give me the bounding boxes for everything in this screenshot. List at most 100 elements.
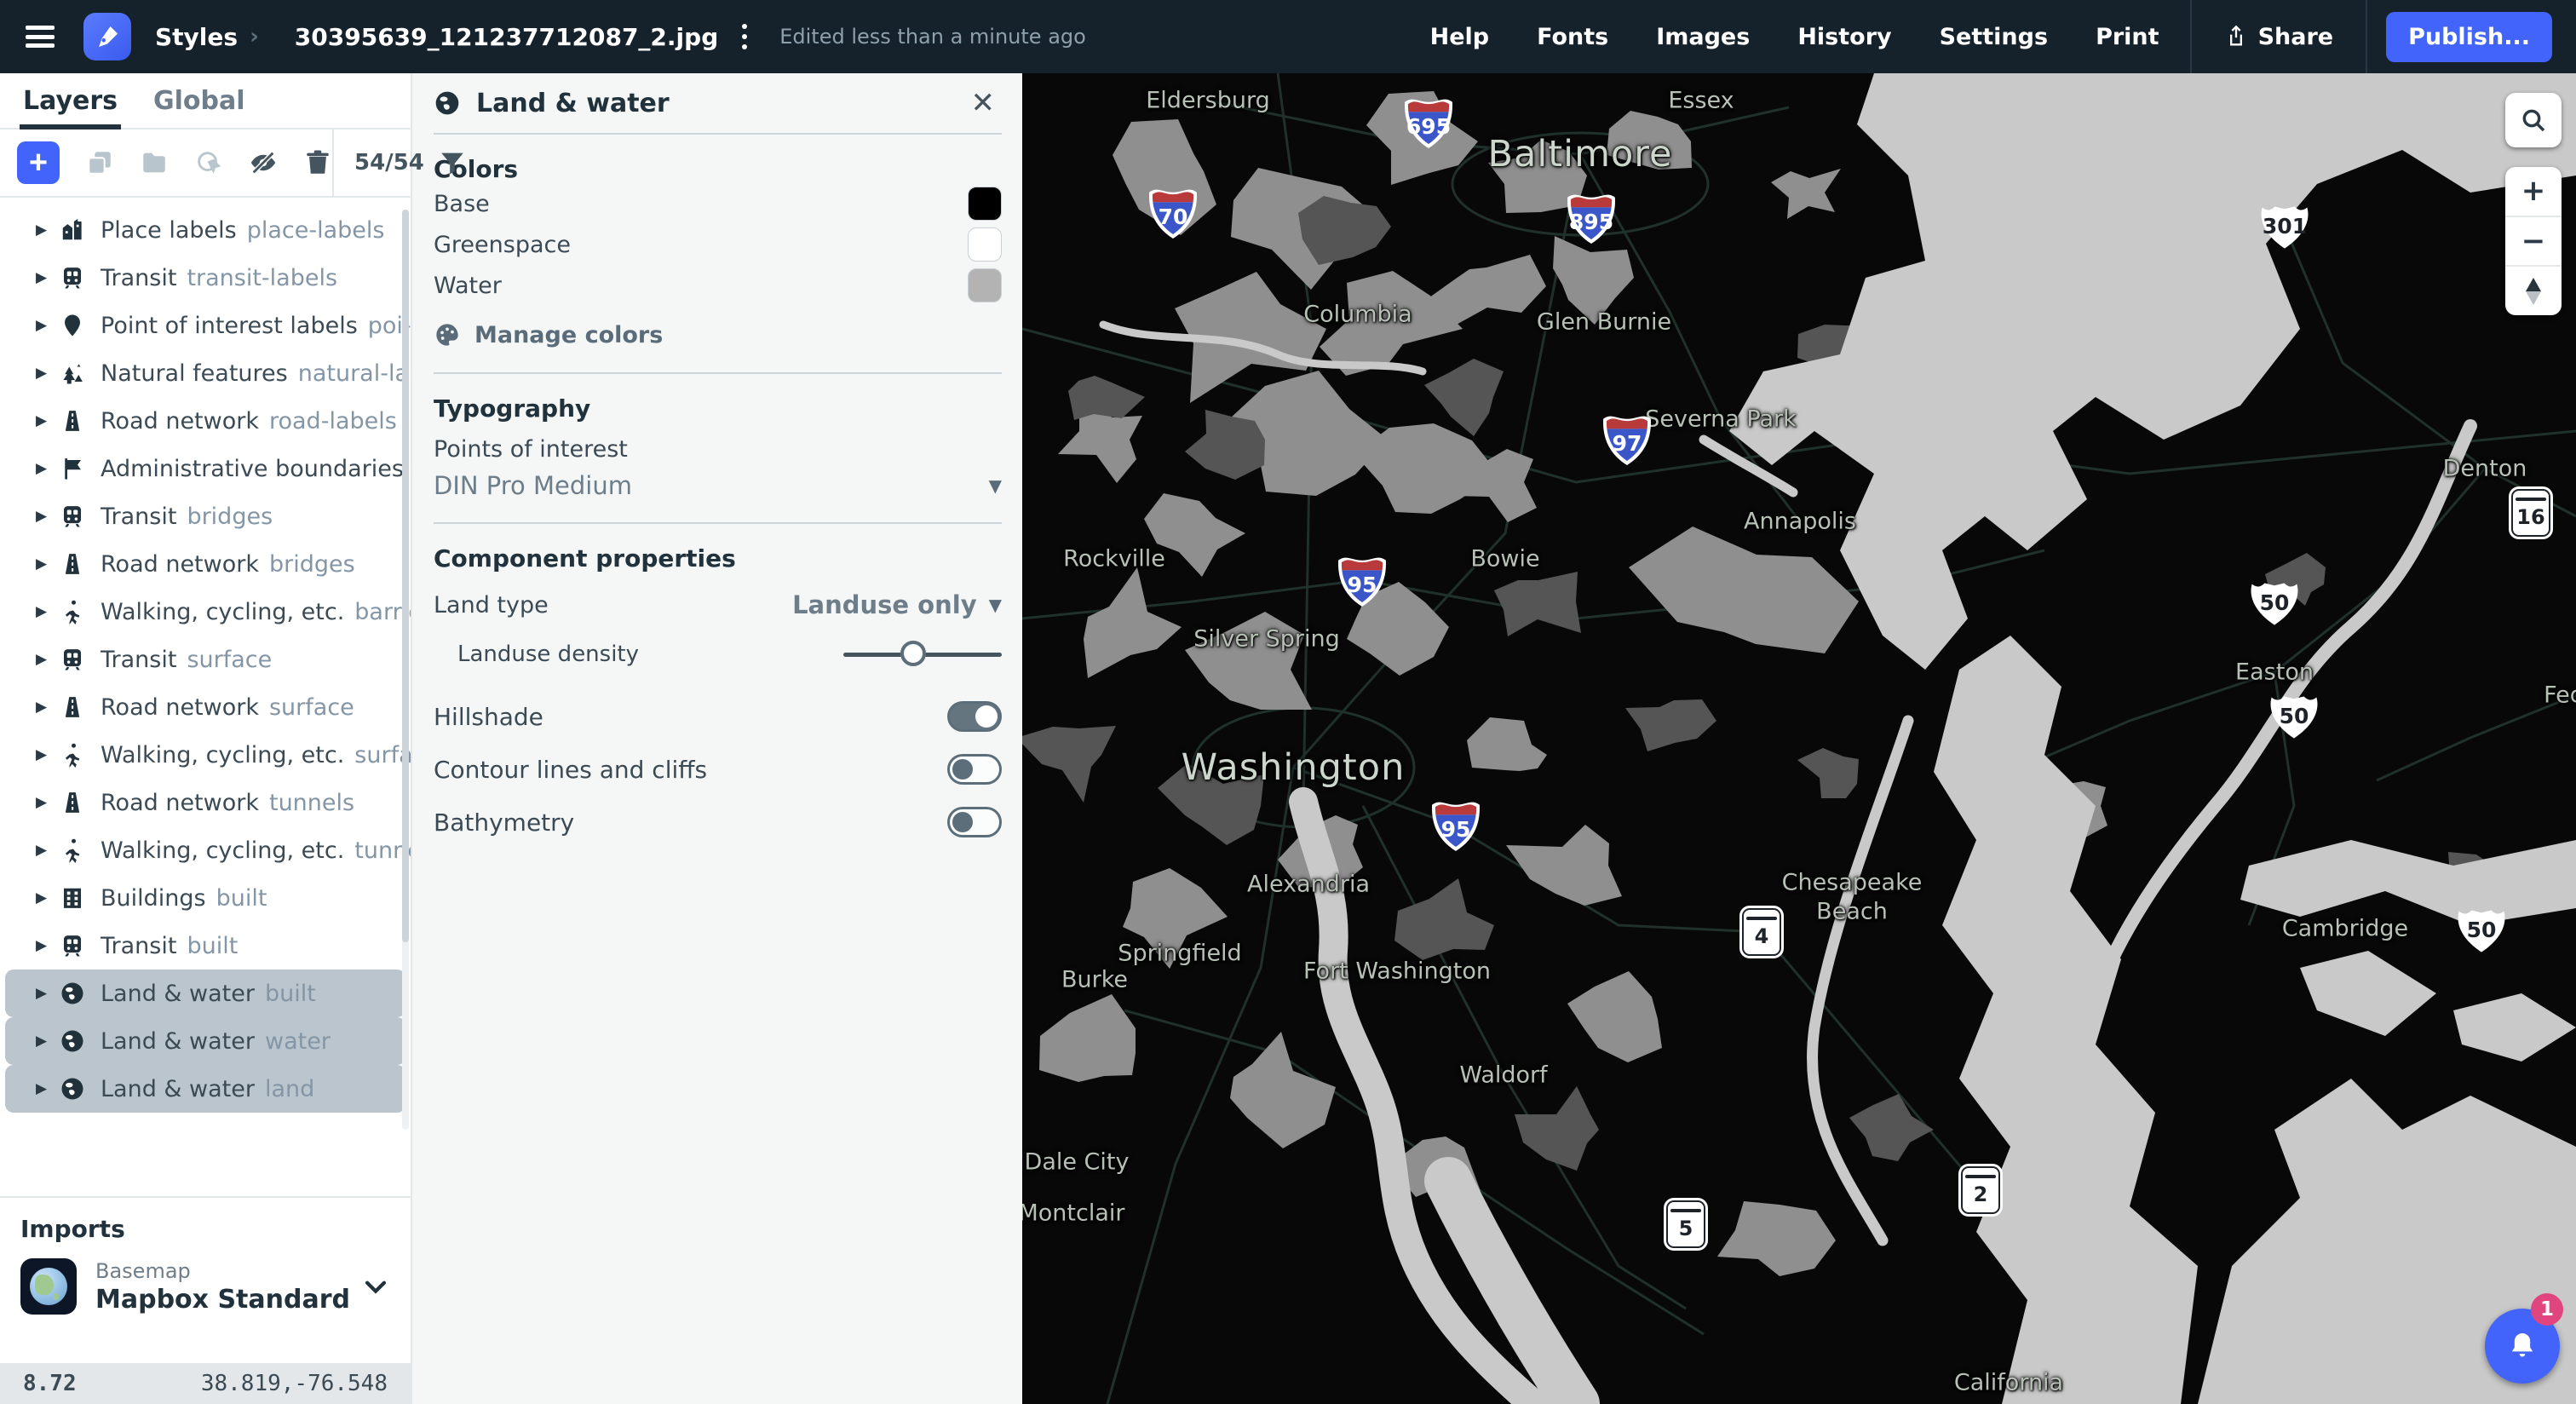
layer-row-buildings-built[interactable]: ▶ Buildings built bbox=[5, 874, 405, 922]
imports-section: Imports Basemap Mapbox Standard bbox=[0, 1196, 411, 1363]
bathymetry-toggle[interactable] bbox=[947, 807, 1002, 837]
expand-caret-icon[interactable]: ▶ bbox=[36, 651, 60, 668]
filter-funnel-icon[interactable] bbox=[438, 148, 467, 177]
layer-row-road-network-bridges[interactable]: ▶ Road network bridges bbox=[5, 540, 405, 588]
notification-badge: 1 bbox=[2531, 1293, 2563, 1326]
expand-caret-icon[interactable]: ▶ bbox=[36, 699, 60, 716]
expand-caret-icon[interactable]: ▶ bbox=[36, 365, 60, 382]
transit-icon bbox=[60, 265, 85, 291]
layer-id: built bbox=[187, 933, 238, 959]
expand-caret-icon[interactable]: ▶ bbox=[36, 603, 60, 620]
menu-item-history[interactable]: History bbox=[1774, 24, 1915, 50]
expand-caret-icon[interactable]: ▶ bbox=[36, 460, 60, 477]
layer-row-transit-built[interactable]: ▶ Transit built bbox=[5, 922, 405, 970]
layer-row-point-of-interest-labels-poi-labels[interactable]: ▶ Point of interest labels poi-labels bbox=[5, 302, 405, 349]
layer-id: road-labels bbox=[269, 408, 397, 434]
imports-heading: Imports bbox=[20, 1215, 390, 1243]
expand-caret-icon[interactable]: ▶ bbox=[36, 794, 60, 811]
contour-lines-and-cliffs-toggle[interactable] bbox=[947, 754, 1002, 785]
expand-caret-icon[interactable]: ▶ bbox=[36, 842, 60, 859]
layer-row-land-water-built[interactable]: ▶ Land & water built bbox=[5, 970, 405, 1017]
menu-item-fonts[interactable]: Fonts bbox=[1513, 24, 1632, 50]
poi-font-select[interactable]: DIN Pro Medium ▼ bbox=[434, 471, 1002, 500]
layer-row-road-network-surface[interactable]: ▶ Road network surface bbox=[5, 683, 405, 731]
chevron-down-icon[interactable] bbox=[361, 1272, 390, 1301]
menu-item-help[interactable]: Help bbox=[1406, 24, 1514, 50]
select-feature-icon[interactable] bbox=[194, 148, 223, 177]
layer-row-natural-features-natural-labels[interactable]: ▶ Natural features natural-labels bbox=[5, 349, 405, 397]
layer-row-land-water-land[interactable]: ▶ Land & water land bbox=[5, 1065, 405, 1113]
expand-caret-icon[interactable]: ▶ bbox=[36, 1033, 60, 1050]
menu-item-images[interactable]: Images bbox=[1632, 24, 1774, 50]
slider-knob[interactable] bbox=[900, 641, 926, 666]
layer-name: Land & water bbox=[101, 981, 255, 1007]
search-icon bbox=[2520, 106, 2547, 134]
base-color-swatch[interactable] bbox=[968, 187, 1002, 221]
layer-row-walking-cycling-etc--barriers-bridges[interactable]: ▶ Walking, cycling, etc. barriers-bridge… bbox=[5, 588, 405, 636]
layer-row-road-network-tunnels[interactable]: ▶ Road network tunnels bbox=[5, 779, 405, 826]
style-options-kebab-icon[interactable] bbox=[737, 19, 752, 55]
layer-row-administrative-boundaries-admin[interactable]: ▶ Administrative boundaries admin bbox=[5, 445, 405, 492]
expand-caret-icon[interactable]: ▶ bbox=[36, 937, 60, 954]
layer-row-road-network-road-labels[interactable]: ▶ Road network road-labels bbox=[5, 397, 405, 445]
typography-section: Typography Points of interest DIN Pro Me… bbox=[434, 374, 1002, 500]
layer-row-land-water-water[interactable]: ▶ Land & water water bbox=[5, 1017, 405, 1065]
toggle-label: Bathymetry bbox=[434, 808, 574, 837]
land-type-select[interactable]: Landuse only ▼ bbox=[792, 590, 1002, 619]
layer-row-walking-cycling-etc--tunnels[interactable]: ▶ Walking, cycling, etc. tunnels bbox=[5, 826, 405, 874]
tab-layers[interactable]: Layers bbox=[23, 73, 118, 128]
share-button[interactable]: Share bbox=[2199, 24, 2360, 50]
expand-caret-icon[interactable]: ▶ bbox=[36, 746, 60, 763]
greenspace-color-swatch[interactable] bbox=[968, 227, 1002, 262]
duplicate-icon[interactable] bbox=[85, 148, 114, 177]
close-panel-icon[interactable]: ✕ bbox=[964, 83, 1003, 124]
color-label: Water bbox=[434, 273, 502, 299]
map-canvas[interactable]: EldersburgEssexBaltimoreColumbiaGlen Bur… bbox=[1022, 73, 2576, 1404]
layer-name: Land & water bbox=[101, 1076, 255, 1102]
zoom-out-button[interactable]: − bbox=[2505, 216, 2562, 266]
layer-row-transit-bridges[interactable]: ▶ Transit bridges bbox=[5, 492, 405, 540]
expand-caret-icon[interactable]: ▶ bbox=[36, 1080, 60, 1097]
toggle-row-hillshade: Hillshade bbox=[434, 690, 1002, 743]
map-search-button[interactable] bbox=[2505, 93, 2562, 147]
tab-global[interactable]: Global bbox=[153, 73, 245, 128]
delete-layer-trash-icon[interactable] bbox=[303, 148, 332, 177]
layer-row-place-labels-place-labels[interactable]: ▶ Place labels place-labels bbox=[5, 206, 405, 254]
expand-caret-icon[interactable]: ▶ bbox=[36, 508, 60, 525]
layer-id: place-labels bbox=[247, 217, 385, 244]
water-color-swatch[interactable] bbox=[968, 268, 1002, 302]
breadcrumb-root[interactable]: Styles bbox=[155, 23, 238, 51]
zoom-in-button[interactable]: + bbox=[2505, 167, 2562, 216]
layer-row-transit-transit-labels[interactable]: ▶ Transit transit-labels bbox=[5, 254, 405, 302]
add-layer-button[interactable]: + bbox=[17, 141, 60, 184]
expand-caret-icon[interactable]: ▶ bbox=[36, 985, 60, 1002]
layer-id: transit-labels bbox=[187, 265, 337, 291]
hide-layer-eye-off-icon[interactable] bbox=[249, 148, 278, 177]
publish-button[interactable]: Publish... bbox=[2386, 12, 2552, 62]
expand-caret-icon[interactable]: ▶ bbox=[36, 412, 60, 429]
style-filename[interactable]: 30395639_121237712087_2.jpg bbox=[295, 23, 718, 51]
layer-name: Transit bbox=[101, 265, 176, 291]
us-route-shield-50: 50 bbox=[2455, 906, 2508, 954]
layer-row-walking-cycling-etc--surface[interactable]: ▶ Walking, cycling, etc. surface bbox=[5, 731, 405, 779]
transit-icon bbox=[60, 647, 85, 672]
menu-item-settings[interactable]: Settings bbox=[1916, 24, 2072, 50]
group-folder-icon[interactable] bbox=[140, 148, 169, 177]
layer-list-scrollbar[interactable] bbox=[402, 210, 409, 1130]
hamburger-menu-icon[interactable] bbox=[26, 26, 55, 48]
basemap-import-item[interactable]: Basemap Mapbox Standard bbox=[20, 1258, 390, 1315]
landuse-density-slider[interactable] bbox=[843, 641, 1002, 668]
menu-item-print[interactable]: Print bbox=[2072, 24, 2183, 50]
manage-colors-button[interactable]: Manage colors bbox=[434, 321, 1002, 348]
expand-caret-icon[interactable]: ▶ bbox=[36, 222, 60, 239]
expand-caret-icon[interactable]: ▶ bbox=[36, 269, 60, 286]
compass-bearing-button[interactable] bbox=[2505, 265, 2562, 315]
mapbox-studio-logo[interactable] bbox=[83, 13, 131, 60]
layer-name: Transit bbox=[101, 647, 176, 673]
expand-caret-icon[interactable]: ▶ bbox=[36, 317, 60, 334]
palette-icon bbox=[434, 321, 461, 348]
hillshade-toggle[interactable] bbox=[947, 701, 1002, 732]
expand-caret-icon[interactable]: ▶ bbox=[36, 889, 60, 906]
layer-row-transit-surface[interactable]: ▶ Transit surface bbox=[5, 636, 405, 683]
expand-caret-icon[interactable]: ▶ bbox=[36, 555, 60, 573]
